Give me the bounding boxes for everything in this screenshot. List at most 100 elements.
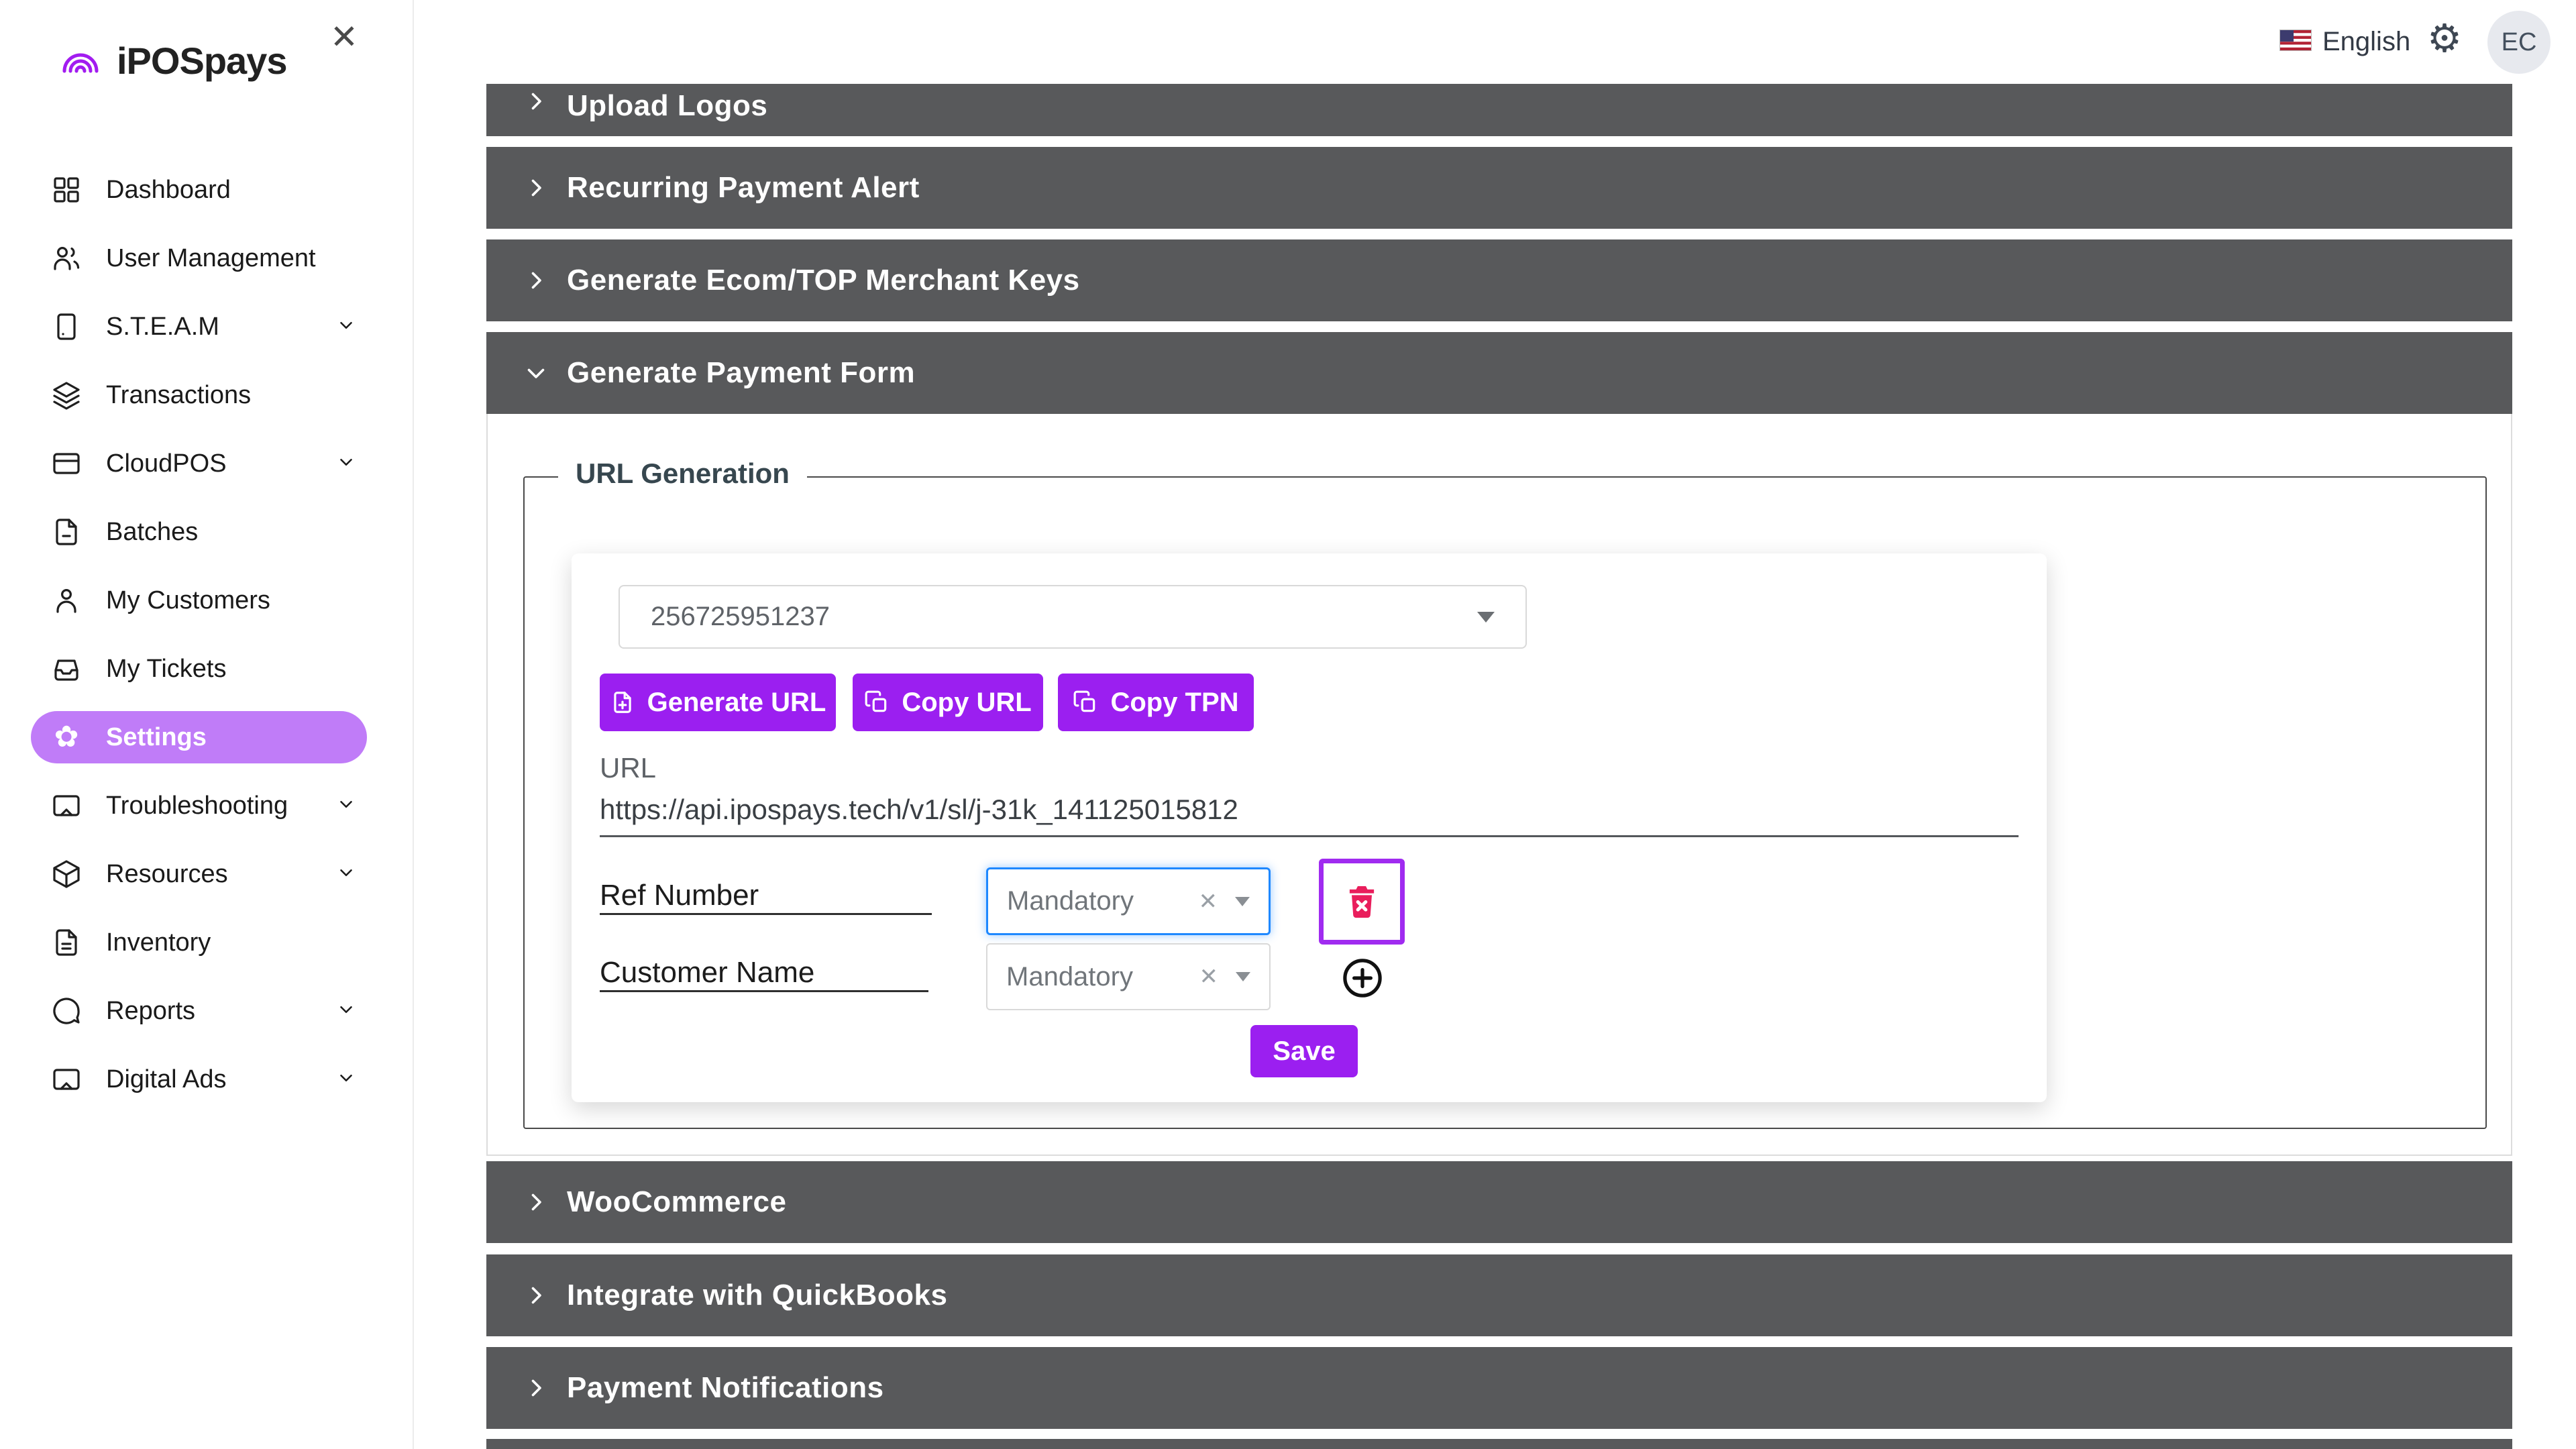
url-value: https://api.ipospays.tech/v1/sl/j-31k_14… xyxy=(600,794,1238,826)
sidebar-item-label: Settings xyxy=(106,723,207,752)
requirement-select-ref-number[interactable]: Mandatory ✕ xyxy=(986,867,1271,935)
avatar[interactable]: EC xyxy=(2487,11,2551,74)
trash-icon xyxy=(1342,882,1381,921)
chevron-down-icon xyxy=(336,315,356,339)
sidebar-item-reports[interactable]: Reports xyxy=(31,985,367,1037)
sidebar-nav: Dashboard User Management S.T.E.A.M xyxy=(0,164,414,1122)
clear-selection-icon[interactable]: ✕ xyxy=(1199,963,1219,990)
delete-field-button[interactable] xyxy=(1319,859,1405,945)
field-underline xyxy=(600,990,928,992)
accordion-woocommerce[interactable]: WooCommerce xyxy=(486,1161,2512,1243)
sidebar-item-label: Dashboard xyxy=(106,176,231,205)
copy-url-button[interactable]: Copy URL xyxy=(853,674,1043,731)
sidebar-item-user-management[interactable]: User Management xyxy=(31,232,367,284)
language-selector[interactable]: English xyxy=(2322,27,2410,57)
chat-bubble-icon xyxy=(50,994,83,1028)
add-field-button[interactable] xyxy=(1340,956,1385,1000)
chevron-down-icon xyxy=(336,1068,356,1091)
sidebar-item-transactions[interactable]: Transactions xyxy=(31,369,367,421)
requirement-select-customer-name[interactable]: Mandatory ✕ xyxy=(986,943,1271,1010)
accordion-generate-payment-form[interactable]: Generate Payment Form xyxy=(486,332,2512,414)
close-sidebar-icon[interactable]: ✕ xyxy=(330,20,358,54)
screen-cast-icon xyxy=(50,789,83,822)
package-box-icon xyxy=(50,857,83,891)
field-name-input[interactable]: Ref Number xyxy=(600,879,759,912)
dropdown-caret-icon xyxy=(1477,612,1495,623)
sidebar-item-label: S.T.E.A.M xyxy=(106,313,219,341)
sidebar-item-my-customers[interactable]: My Customers xyxy=(31,574,367,627)
url-generation-group: URL Generation 256725951237 Generate URL… xyxy=(523,476,2487,1129)
sidebar-item-label: User Management xyxy=(106,244,316,273)
accordion-generate-ecom-top-merchant-keys[interactable]: Generate Ecom/TOP Merchant Keys xyxy=(486,239,2512,321)
chevron-right-icon xyxy=(524,89,548,113)
sidebar-item-steam[interactable]: S.T.E.A.M xyxy=(31,301,367,353)
chevron-down-icon xyxy=(336,863,356,886)
copy-icon xyxy=(1073,690,1098,715)
chevron-right-icon xyxy=(524,1283,548,1307)
users-icon xyxy=(50,241,83,275)
chevron-down-icon xyxy=(336,452,356,476)
sidebar-item-dashboard[interactable]: Dashboard xyxy=(31,164,367,216)
accordion-upload-logos[interactable]: Upload Logos xyxy=(486,84,2512,136)
copy-tpn-button[interactable]: Copy TPN xyxy=(1058,674,1254,731)
dropdown-caret-icon xyxy=(1236,972,1250,981)
plus-circle-icon xyxy=(1340,956,1385,1000)
requirement-value: Mandatory xyxy=(1006,962,1133,992)
sidebar-item-label: CloudPOS xyxy=(106,449,227,478)
accordion-label: Generate Payment Form xyxy=(567,356,915,390)
rainbow-arc-logo-icon xyxy=(59,42,102,79)
accordion-label: Integrate with QuickBooks xyxy=(567,1279,947,1312)
generate-url-button[interactable]: Generate URL xyxy=(600,674,836,731)
chevron-right-icon xyxy=(524,1190,548,1214)
chevron-down-icon xyxy=(336,794,356,818)
accordion-label: Upload Logos xyxy=(567,89,767,123)
avatar-initials: EC xyxy=(2502,28,2537,57)
layers-icon xyxy=(50,378,83,412)
sidebar-item-troubleshooting[interactable]: Troubleshooting xyxy=(31,780,367,832)
file-plus-icon xyxy=(610,690,635,715)
chevron-right-icon xyxy=(524,268,548,292)
accordion-partial-next-section[interactable] xyxy=(486,1439,2512,1449)
settings-flower-icon: ✿ xyxy=(50,720,83,754)
sidebar-item-label: Batches xyxy=(106,518,198,547)
dashboard-grid-icon xyxy=(50,173,83,207)
generate-payment-form-panel: URL Generation 256725951237 Generate URL… xyxy=(486,414,2512,1156)
us-flag-icon xyxy=(2279,30,2312,51)
tpn-dropdown-value: 256725951237 xyxy=(651,602,830,632)
brand-name: iPOSpays xyxy=(117,39,286,83)
sidebar-item-batches[interactable]: Batches xyxy=(31,506,367,558)
sidebar-item-label: Transactions xyxy=(106,381,251,410)
accordion-recurring-payment-alert[interactable]: Recurring Payment Alert xyxy=(486,147,2512,229)
field-underline xyxy=(600,913,932,915)
save-button[interactable]: Save xyxy=(1250,1025,1358,1077)
sidebar-item-cloudpos[interactable]: CloudPOS xyxy=(31,437,367,490)
sidebar-item-label: My Tickets xyxy=(106,655,226,684)
copy-tpn-label: Copy TPN xyxy=(1110,688,1238,718)
url-underline xyxy=(600,835,2019,837)
accordion-label: Generate Ecom/TOP Merchant Keys xyxy=(567,264,1080,297)
url-generation-card: 256725951237 Generate URL Copy URL Copy … xyxy=(572,553,2047,1102)
chevron-down-icon xyxy=(524,361,548,385)
gear-icon[interactable]: ⚙ xyxy=(2427,19,2462,58)
accordion-label: Recurring Payment Alert xyxy=(567,171,920,205)
accordion-integrate-with-quickbooks[interactable]: Integrate with QuickBooks xyxy=(486,1254,2512,1336)
chevron-down-icon xyxy=(336,1000,356,1023)
sidebar-item-resources[interactable]: Resources xyxy=(31,848,367,900)
copy-icon xyxy=(864,690,890,715)
chevron-right-icon xyxy=(524,176,548,200)
tpn-dropdown[interactable]: 256725951237 xyxy=(619,585,1527,649)
sidebar-item-settings[interactable]: ✿ Settings xyxy=(31,711,367,763)
sidebar-item-my-tickets[interactable]: My Tickets xyxy=(31,643,367,695)
chevron-right-icon xyxy=(524,1376,548,1400)
person-icon xyxy=(50,584,83,617)
sidebar-item-digital-ads[interactable]: Digital Ads xyxy=(31,1053,367,1106)
sidebar: iPOSpays ✕ Dashboard User Management xyxy=(0,0,414,1449)
sidebar-item-inventory[interactable]: Inventory xyxy=(31,916,367,969)
field-name-input[interactable]: Customer Name xyxy=(600,956,814,989)
accordion-payment-notifications[interactable]: Payment Notifications xyxy=(486,1347,2512,1429)
generate-url-label: Generate URL xyxy=(647,688,826,718)
file-text-icon xyxy=(50,926,83,959)
tablet-icon xyxy=(50,310,83,343)
clear-selection-icon[interactable]: ✕ xyxy=(1199,888,1218,915)
sidebar-item-label: Troubleshooting xyxy=(106,792,288,820)
